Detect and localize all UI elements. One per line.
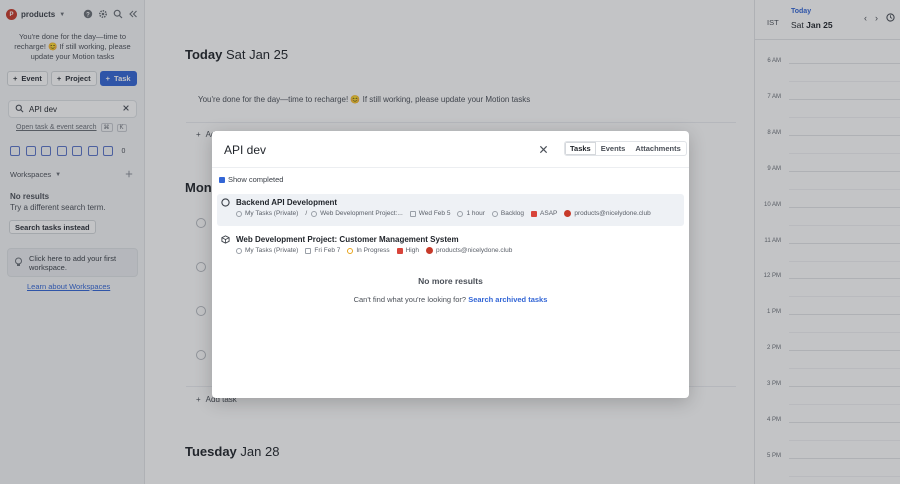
result-priority: High [405,247,419,254]
duration-icon [457,210,464,217]
result-assignee: products@nicelydone.club [435,247,513,254]
checkbox[interactable] [219,176,225,183]
search-archived-link[interactable]: Search archived tasks [468,295,547,304]
calendar-icon [305,247,312,254]
search-result-item[interactable]: Web Development Project: Customer Manage… [217,231,684,263]
result-duration: 1 hour [466,210,485,217]
search-tabs: Tasks Events Attachments [564,141,687,156]
workspace-icon [236,247,242,254]
assignee-avatar [564,210,572,217]
result-workspace: My Tasks (Private) [245,210,299,217]
project-cube-icon [221,235,230,244]
result-status: Backlog [500,210,525,217]
show-completed-label: Show completed [228,175,284,184]
result-title: Backend API Development [236,198,338,207]
result-meta: My Tasks (Private) / Web Development Pro… [236,210,654,217]
no-more-results: No more results [418,276,483,286]
status-icon [491,210,498,217]
search-modal-query[interactable]: API dev [224,143,266,157]
result-project: Web Development Project:... [320,210,403,217]
tab-events[interactable]: Events [596,142,631,155]
search-modal: API dev Tasks Events Attachments Show co… [212,131,689,398]
tab-tasks[interactable]: Tasks [565,142,596,155]
result-priority: ASAP [540,210,558,217]
result-date: Wed Feb 5 [418,210,451,217]
result-date: Fri Feb 7 [314,247,341,254]
cant-find-text: Can't find what you're looking for? [353,295,467,304]
priority-flag-icon [531,210,538,217]
in-progress-icon [347,247,354,254]
calendar-icon [409,210,416,217]
show-completed-toggle[interactable]: Show completed [219,175,283,184]
search-result-item[interactable]: Backend API Development My Tasks (Privat… [217,194,684,226]
result-meta: My Tasks (Private) Fri Feb 7 In Progress… [236,247,515,254]
divider [212,167,689,168]
assignee-avatar [425,247,433,254]
result-assignee: products@nicelydone.club [574,210,651,217]
priority-flag-icon [396,247,403,254]
path-separator: / [305,210,308,217]
result-workspace: My Tasks (Private) [245,247,299,254]
project-icon [311,210,318,217]
workspace-icon [236,210,242,217]
cant-find-row: Can't find what you're looking for? Sear… [212,295,689,304]
task-circle-icon [221,198,230,207]
result-title: Web Development Project: Customer Manage… [236,235,459,244]
close-icon[interactable] [538,144,549,155]
tab-attachments[interactable]: Attachments [630,142,685,155]
result-status: In Progress [356,247,390,254]
